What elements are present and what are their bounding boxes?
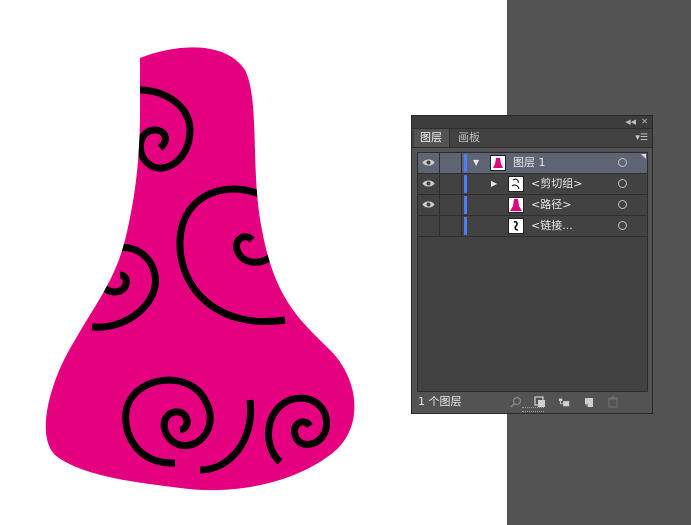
layers-list: ▼ 图层 1 ▶ <剪切组> <路径> <链接... — [417, 152, 648, 392]
resize-grip[interactable] — [522, 407, 544, 412]
eye-icon — [422, 201, 435, 208]
expand-triangle-icon[interactable]: ▼ — [473, 158, 479, 168]
layer-row-clip-group[interactable]: ▶ <剪切组> — [418, 174, 647, 195]
layer-color-indicator — [464, 217, 467, 235]
layer-row-path[interactable]: <路径> — [418, 195, 647, 216]
lock-toggle[interactable] — [440, 195, 462, 215]
lock-toggle[interactable] — [440, 216, 462, 236]
trash-icon[interactable] — [607, 396, 619, 408]
visibility-toggle[interactable] — [418, 153, 440, 173]
target-circle-icon[interactable] — [618, 221, 627, 230]
layer-count: 1 个图层 — [418, 395, 462, 408]
collapse-panel-icon[interactable]: ◀◀ — [625, 116, 636, 128]
path-thumbnail — [508, 197, 524, 213]
layer-name[interactable]: <链接... — [531, 216, 573, 236]
tab-layers[interactable]: 图层 — [414, 129, 450, 147]
layer-color-indicator — [464, 175, 467, 193]
panel-titlebar[interactable]: ◀◀ ✕ — [412, 116, 652, 129]
layer-row-linked[interactable]: <链接... — [418, 216, 647, 237]
linked-image-thumbnail — [508, 218, 524, 234]
panel-tabs: 图层 画板 ▾☰ — [412, 129, 652, 148]
layers-panel: ◀◀ ✕ 图层 画板 ▾☰ ▼ 图层 1 ▶ <剪切组> <路径> <链接...… — [411, 115, 653, 414]
visibility-toggle[interactable] — [418, 195, 440, 215]
layer-name[interactable]: <路径> — [531, 195, 571, 215]
expand-triangle-icon[interactable]: ▶ — [491, 179, 497, 189]
visibility-toggle[interactable] — [418, 174, 440, 194]
lock-toggle[interactable] — [440, 153, 462, 173]
create-sublayer-icon[interactable] — [558, 396, 570, 408]
new-layer-icon[interactable] — [583, 396, 595, 408]
lock-toggle[interactable] — [440, 174, 462, 194]
layer-color-indicator — [464, 154, 467, 172]
panel-menu-icon[interactable]: ▾☰ — [635, 130, 648, 146]
clip-group-thumbnail — [508, 176, 524, 192]
tab-artboards[interactable]: 画板 — [452, 129, 498, 147]
layer-name[interactable]: 图层 1 — [513, 153, 546, 173]
locate-object-icon[interactable] — [510, 396, 522, 408]
layer-row-layer1[interactable]: ▼ 图层 1 — [418, 153, 647, 174]
eye-icon — [422, 180, 435, 187]
close-icon[interactable]: ✕ — [641, 116, 648, 128]
layer-thumbnail — [490, 155, 506, 171]
eye-icon — [422, 159, 435, 166]
target-circle-icon[interactable] — [618, 200, 627, 209]
target-circle-icon[interactable] — [618, 179, 627, 188]
selection-indicator — [641, 154, 646, 159]
target-circle-icon[interactable] — [618, 158, 627, 167]
layer-name[interactable]: <剪切组> — [531, 174, 582, 194]
layer-color-indicator — [464, 196, 467, 214]
visibility-toggle[interactable] — [418, 216, 440, 236]
